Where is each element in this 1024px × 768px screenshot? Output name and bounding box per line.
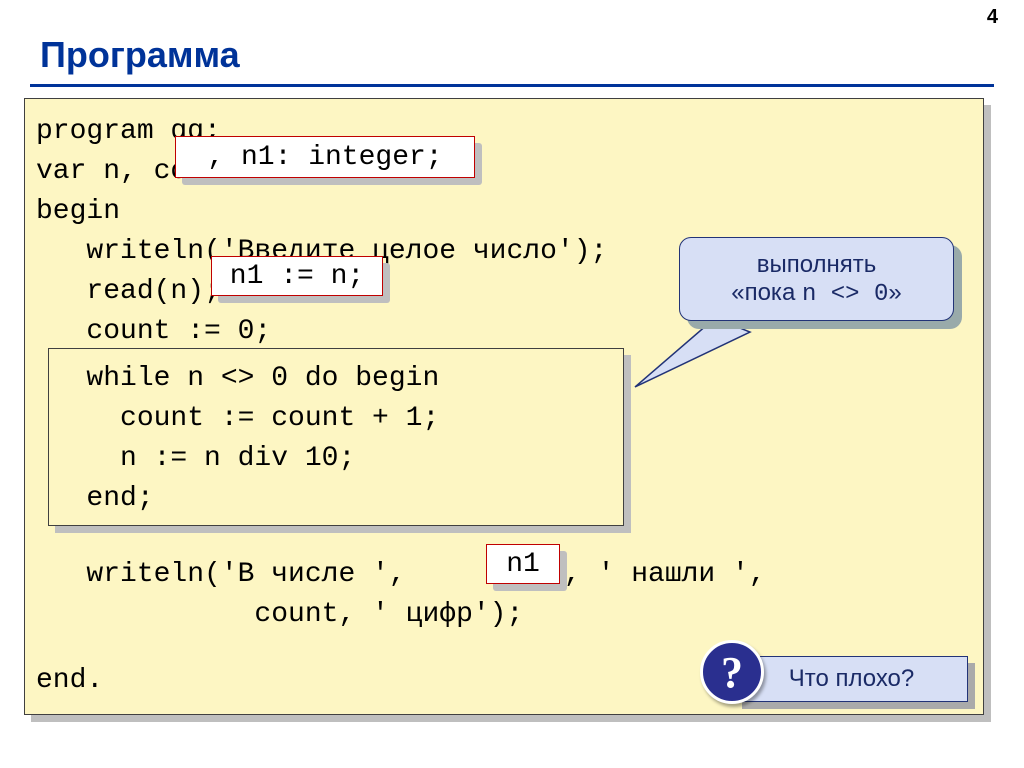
code-line-while: while n <> 0 do begin <box>36 358 439 400</box>
code-line-5: read(n); <box>36 271 221 313</box>
code-line-endprog: end. <box>36 660 103 702</box>
code-line-div: n := n div 10; <box>36 438 355 480</box>
note-line2-code: n <> 0 <box>802 281 888 308</box>
note-box: выполнять «пока n <> 0» <box>679 237 954 321</box>
code-line-6: count := 0; <box>36 311 271 353</box>
question-icon: ? <box>700 640 764 704</box>
page-number: 4 <box>987 6 998 29</box>
note-line2-prefix: «пока <box>731 279 802 306</box>
question-box: Что плохо? <box>735 656 968 702</box>
code-line-writeln-b: , ' нашли ', <box>564 554 766 596</box>
callout-n1-decl: , n1: integer; <box>175 136 475 178</box>
callout-n1-assign: n1 := n; <box>211 256 383 296</box>
note-line2: «пока n <> 0» <box>731 279 902 308</box>
code-line-writeln-a: writeln('В числе ', <box>36 554 406 596</box>
note-line1: выполнять <box>757 251 877 279</box>
code-line-3: begin <box>36 191 120 233</box>
code-line-end: end; <box>36 478 154 520</box>
page-title: Программа <box>40 34 240 76</box>
code-line-countinc: count := count + 1; <box>36 398 439 440</box>
note-line2-suffix: » <box>888 279 901 306</box>
title-underline <box>30 84 994 87</box>
callout-n1-use: n1 <box>486 544 560 584</box>
slide: 4 Программа program qq; var n, count beg… <box>0 0 1024 768</box>
code-line-writeln-c: count, ' цифр'); <box>36 594 523 636</box>
